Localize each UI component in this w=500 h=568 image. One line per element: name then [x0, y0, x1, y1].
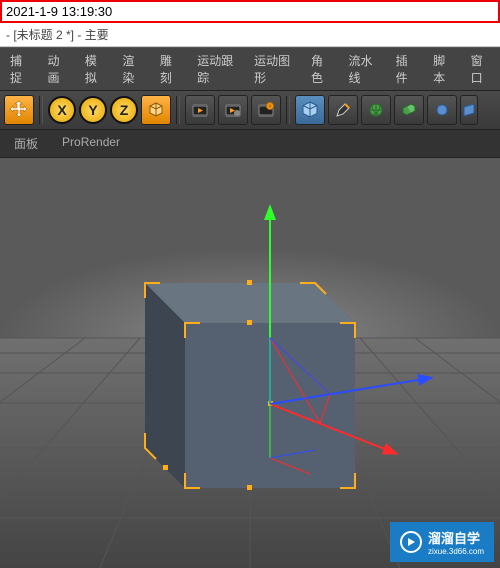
- watermark-url: zixue.3d66.com: [428, 547, 484, 556]
- menu-sculpt[interactable]: 雕刻: [154, 50, 185, 88]
- menu-simulate[interactable]: 模拟: [79, 50, 110, 88]
- timestamp-bar: 2021-1-9 13:19:30: [0, 0, 500, 23]
- quad-sphere-icon: [367, 101, 385, 119]
- toolbar-separator: [39, 96, 43, 124]
- render-settings-button[interactable]: [218, 95, 248, 125]
- cube-object[interactable]: [145, 280, 355, 490]
- menu-character[interactable]: 角色: [305, 50, 336, 88]
- axis-x-toggle[interactable]: X: [48, 96, 76, 124]
- toolbar-separator: [286, 96, 290, 124]
- timestamp-text: 2021-1-9 13:19:30: [6, 4, 112, 19]
- tab-panel[interactable]: 面板: [10, 133, 42, 154]
- move-icon: [9, 100, 29, 120]
- move-tool-button[interactable]: [4, 95, 34, 125]
- subdivision-button[interactable]: [361, 95, 391, 125]
- array-button[interactable]: [394, 95, 424, 125]
- menu-capture[interactable]: 捕捉: [4, 50, 35, 88]
- menu-render[interactable]: 渲染: [116, 50, 147, 88]
- play-circle-icon: [400, 531, 422, 553]
- film-options-icon: [257, 101, 275, 119]
- primitive-cube-button[interactable]: [295, 95, 325, 125]
- menu-mograph[interactable]: 运动图形: [248, 50, 299, 88]
- pen-icon: [334, 101, 352, 119]
- menu-pipeline[interactable]: 流水线: [343, 50, 384, 88]
- menu-animation[interactable]: 动画: [41, 50, 72, 88]
- coord-system-button[interactable]: [141, 95, 171, 125]
- menu-motion-tracking[interactable]: 运动跟踪: [191, 50, 242, 88]
- plane-icon: [462, 101, 476, 119]
- viewport-scene: [0, 158, 500, 568]
- cube-light-icon: [300, 100, 320, 120]
- menu-script[interactable]: 脚本: [427, 50, 458, 88]
- window-title: - [未标题 2 *] - 主要: [6, 28, 109, 42]
- boolean-icon: [433, 101, 451, 119]
- array-icon: [400, 101, 418, 119]
- menu-plugins[interactable]: 插件: [390, 50, 421, 88]
- render-view-button[interactable]: [185, 95, 215, 125]
- main-toolbar: X Y Z: [0, 91, 500, 130]
- film-settings-icon: [224, 101, 242, 119]
- toolbar-separator: [176, 96, 180, 124]
- axis-z-toggle[interactable]: Z: [110, 96, 138, 124]
- 3d-viewport[interactable]: 溜溜自学 zixue.3d66.com: [0, 158, 500, 568]
- menu-window[interactable]: 窗口: [465, 50, 496, 88]
- spline-pen-button[interactable]: [328, 95, 358, 125]
- film-icon: [191, 101, 209, 119]
- main-menu-bar: 捕捉 动画 模拟 渲染 雕刻 运动跟踪 运动图形 角色 流水线 插件 脚本 窗口: [0, 47, 500, 91]
- boolean-button[interactable]: [427, 95, 457, 125]
- window-title-bar: - [未标题 2 *] - 主要: [0, 23, 500, 47]
- plane-button[interactable]: [460, 95, 478, 125]
- render-queue-button[interactable]: [251, 95, 281, 125]
- watermark-badge: 溜溜自学 zixue.3d66.com: [390, 522, 494, 562]
- axis-y-toggle[interactable]: Y: [79, 96, 107, 124]
- viewport-tabs: 面板 ProRender: [0, 130, 500, 158]
- watermark-brand: 溜溜自学: [428, 531, 480, 546]
- tab-prorender[interactable]: ProRender: [58, 133, 124, 154]
- cube-primitive-icon: [147, 101, 165, 119]
